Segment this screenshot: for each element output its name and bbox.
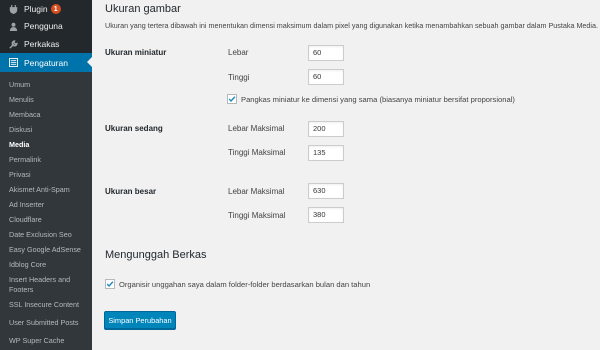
sidebar-item-pengguna[interactable]: Pengguna: [0, 17, 92, 35]
admin-sidebar: Plugin 1 Pengguna Perkakas Pengaturan Um…: [0, 0, 92, 350]
large-width-input[interactable]: 630: [308, 183, 344, 199]
crop-thumbnail-label: Pangkas miniatur ke dimensi yang sama (b…: [241, 94, 515, 104]
submenu-item-umum[interactable]: Umum: [9, 80, 91, 90]
submenu-item-easy-google-adsense[interactable]: Easy Google AdSense: [9, 245, 91, 255]
crop-thumbnail-option: Pangkas miniatur ke dimensi yang sama (b…: [227, 94, 515, 104]
submenu-item-membaca[interactable]: Membaca: [9, 110, 91, 120]
submenu-item-media[interactable]: Media: [9, 140, 91, 150]
users-icon: [6, 22, 20, 31]
submenu-item-cloudflare[interactable]: Cloudflare: [9, 215, 91, 225]
submenu-item-ad-inserter[interactable]: Ad Inserter: [9, 200, 91, 210]
large-width-label: Lebar Maksimal: [228, 187, 285, 196]
sidebar-item-perkakas[interactable]: Perkakas: [0, 35, 92, 53]
sidebar-item-label: Pengguna: [24, 21, 63, 31]
update-count-badge: 1: [50, 4, 61, 14]
thumbnail-width-input[interactable]: 60: [308, 45, 344, 61]
submenu-item-insert-headers-footers[interactable]: Insert Headers and Footers: [9, 275, 91, 295]
medium-height-input[interactable]: 135: [308, 145, 344, 161]
large-height-label: Tinggi Maksimal: [228, 211, 286, 220]
sidebar-item-label: Plugin: [24, 4, 48, 14]
plugin-icon: [6, 4, 20, 14]
wrench-icon: [6, 39, 20, 49]
thumbnail-height-input[interactable]: 60: [308, 69, 344, 85]
save-changes-button[interactable]: Simpan Perubahan: [104, 311, 176, 329]
large-size-label: Ukuran besar: [105, 187, 157, 196]
medium-width-input[interactable]: 200: [308, 121, 344, 137]
settings-submenu: Umum Menulis Membaca Diskusi Media Perma…: [0, 72, 92, 350]
sidebar-item-label: Perkakas: [24, 39, 60, 49]
sidebar-item-pengaturan[interactable]: Pengaturan: [0, 53, 92, 72]
settings-icon: [6, 58, 20, 67]
checkmark-icon: [106, 281, 114, 288]
submenu-item-privasi[interactable]: Privasi: [9, 170, 91, 180]
thumbnail-width-label: Lebar: [228, 48, 249, 57]
submenu-item-idblog-core[interactable]: Idblog Core: [9, 260, 91, 270]
thumbnail-height-label: Tinggi: [228, 73, 250, 82]
thumbnail-size-label: Ukuran miniatur: [105, 48, 167, 57]
submenu-item-permalink[interactable]: Permalink: [9, 155, 91, 165]
organize-uploads-option: Organisir unggahan saya dalam folder-fol…: [105, 279, 370, 289]
large-height-input[interactable]: 380: [308, 207, 344, 223]
sidebar-item-label: Pengaturan: [24, 57, 68, 68]
settings-content: Ukuran gambar Ukuran yang tertera dibawa…: [92, 0, 600, 350]
medium-height-label: Tinggi Maksimal: [228, 148, 286, 157]
medium-size-label: Ukuran sedang: [105, 124, 163, 133]
section-description: Ukuran yang tertera dibawah ini menentuk…: [105, 21, 599, 30]
sidebar-item-plugin[interactable]: Plugin 1: [0, 0, 92, 18]
crop-thumbnail-checkbox[interactable]: [227, 94, 237, 104]
submenu-item-menulis[interactable]: Menulis: [9, 95, 91, 105]
organize-uploads-label: Organisir unggahan saya dalam folder-fol…: [119, 279, 371, 289]
medium-width-label: Lebar Maksimal: [228, 124, 285, 133]
submenu-item-akismet[interactable]: Akismet Anti-Spam: [9, 185, 91, 195]
organize-uploads-checkbox[interactable]: [105, 279, 115, 289]
section-title-image-sizes: Ukuran gambar: [105, 3, 181, 15]
checkmark-icon: [228, 96, 236, 103]
submenu-item-date-exclusion-seo[interactable]: Date Exclusion Seo: [9, 230, 91, 240]
submenu-item-diskusi[interactable]: Diskusi: [9, 125, 91, 135]
submenu-item-wp-super-cache[interactable]: WP Super Cache: [9, 336, 91, 346]
submenu-item-ssl-insecure-content[interactable]: SSL Insecure Content: [9, 300, 91, 310]
submenu-item-user-submitted-posts[interactable]: User Submitted Posts: [9, 318, 91, 328]
section-title-uploading: Mengunggah Berkas: [105, 249, 207, 261]
